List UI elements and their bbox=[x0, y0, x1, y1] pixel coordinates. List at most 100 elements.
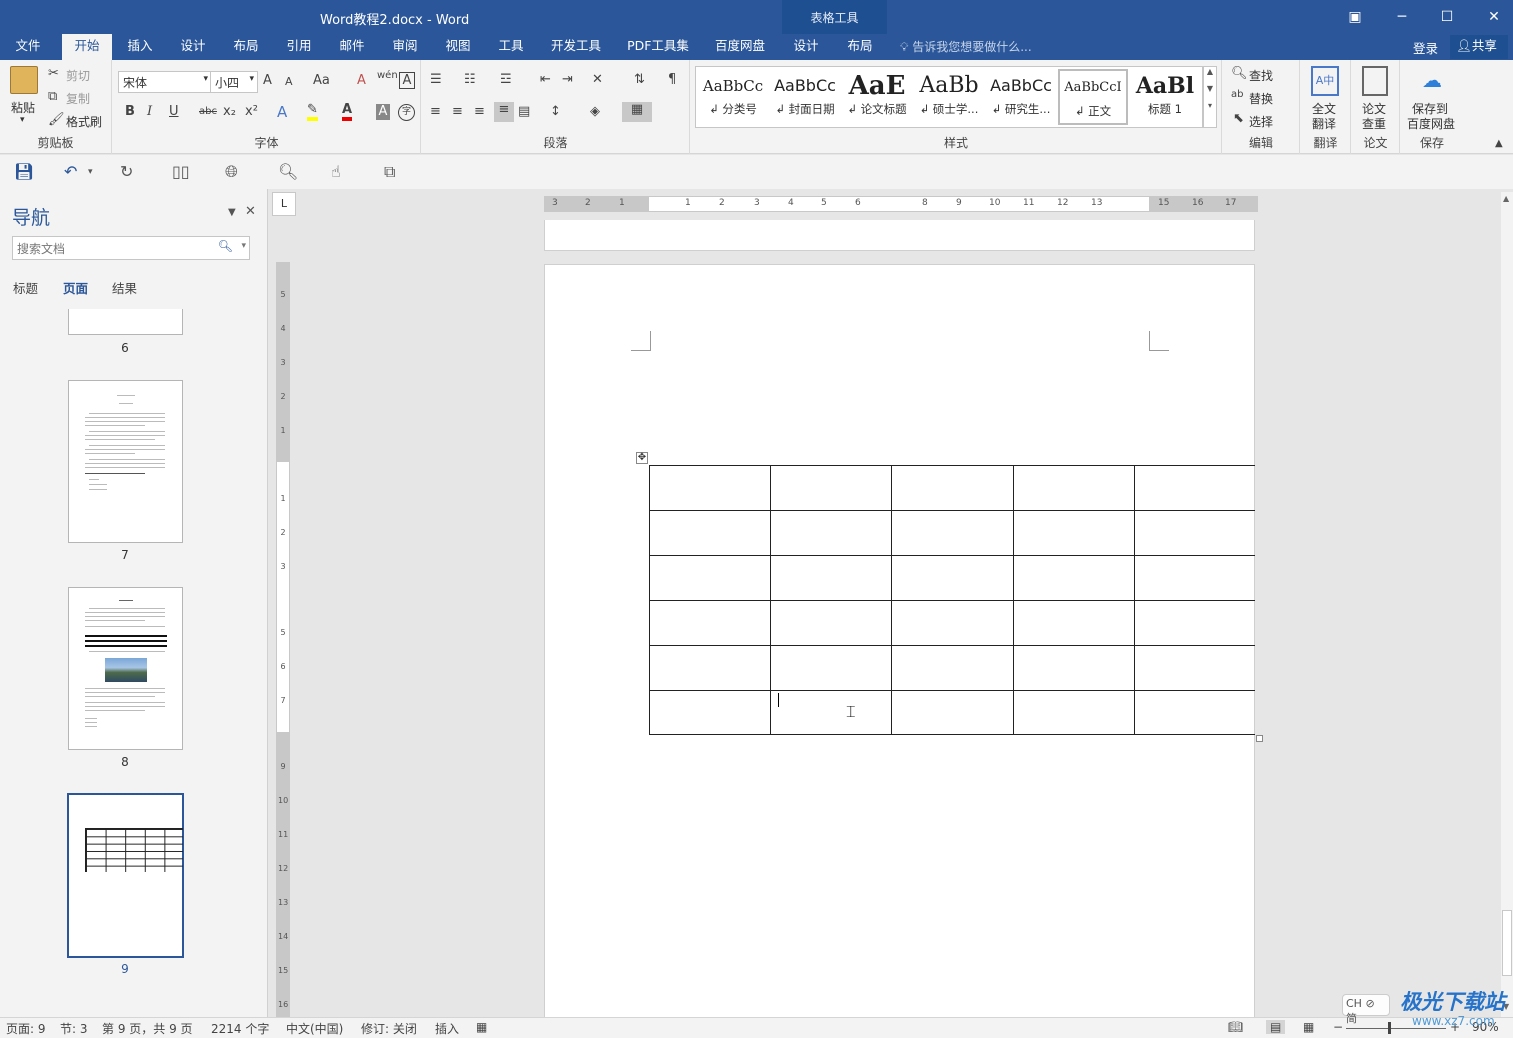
tab-home[interactable]: 开始 bbox=[62, 34, 112, 60]
page-thumbnail-8[interactable] bbox=[68, 587, 183, 750]
style-master[interactable]: AaBb ↲ 硕士学... bbox=[914, 69, 984, 125]
minimize-button[interactable]: ─ bbox=[1393, 8, 1411, 26]
tell-me-search[interactable]: 💡︎ 告诉我您想要做什么... bbox=[900, 38, 1032, 55]
paper-check-button-line2[interactable]: 查重 bbox=[1362, 115, 1386, 132]
font-color-icon[interactable]: A bbox=[342, 102, 353, 121]
ribbon-display-icon[interactable]: ▣ bbox=[1346, 8, 1364, 26]
italic-button[interactable]: I bbox=[147, 104, 152, 119]
chevron-down-icon[interactable]: ▾ bbox=[241, 241, 246, 251]
baidu-netdisk-icon[interactable]: ☁ bbox=[1417, 68, 1447, 92]
status-section[interactable]: 节: 3 bbox=[60, 1020, 88, 1037]
nav-search-input[interactable]: 搜索文档 🔍︎ ▾ bbox=[12, 236, 250, 260]
decrease-indent-icon[interactable]: ⇤ bbox=[540, 72, 551, 87]
select-button[interactable]: 选择 bbox=[1249, 113, 1273, 130]
tab-file[interactable]: 文件 bbox=[6, 34, 50, 60]
redo-icon[interactable]: ↻ bbox=[120, 162, 133, 181]
justify-icon[interactable]: ≡ bbox=[494, 102, 514, 122]
phonetic-guide-icon[interactable]: wén bbox=[377, 70, 398, 81]
style-heading-1[interactable]: AaBl 标题 1 bbox=[1130, 69, 1200, 125]
font-name-select[interactable]: 宋体 ▾ bbox=[118, 71, 212, 93]
align-center-icon[interactable]: ≡ bbox=[452, 104, 463, 119]
highlight-icon[interactable]: ✎ bbox=[307, 102, 318, 121]
strikethrough-button[interactable]: abc bbox=[199, 106, 217, 117]
undo-dropdown-icon[interactable]: ▾ bbox=[88, 167, 93, 177]
tab-mailings[interactable]: 邮件 bbox=[330, 34, 374, 60]
table-resize-handle[interactable] bbox=[1256, 735, 1263, 742]
chevron-down-icon[interactable]: ▼ bbox=[1204, 84, 1216, 93]
ime-indicator[interactable]: CH ⊘ 简 bbox=[1342, 994, 1390, 1025]
macro-record-icon[interactable]: ▦ bbox=[476, 1020, 487, 1034]
style-paper-title[interactable]: AaE ↲ 论文标题 bbox=[842, 69, 912, 125]
chinese-layout-icon[interactable]: ✕ bbox=[592, 72, 603, 87]
replace-button[interactable]: 替换 bbox=[1249, 90, 1273, 107]
paragraph-shading-icon[interactable]: ◈ bbox=[590, 104, 600, 119]
nav-options-icon[interactable]: ▼ bbox=[228, 207, 236, 218]
style-cover-date[interactable]: AaBbCc ↲ 封面日期 bbox=[770, 69, 840, 125]
bold-button[interactable]: B bbox=[125, 104, 135, 119]
styles-scroll[interactable]: ▲ ▼ ▾ bbox=[1203, 66, 1217, 128]
status-insert-mode[interactable]: 插入 bbox=[435, 1020, 459, 1037]
tab-layout[interactable]: 布局 bbox=[224, 34, 268, 60]
chevron-up-icon[interactable]: ▲ bbox=[1204, 67, 1216, 76]
tab-references[interactable]: 引用 bbox=[277, 34, 321, 60]
login-button[interactable]: 登录 bbox=[1413, 38, 1438, 57]
character-border-icon[interactable]: A bbox=[399, 72, 415, 89]
page-thumbnail-7[interactable] bbox=[68, 380, 183, 543]
sort-icon[interactable]: ⇅ bbox=[634, 72, 645, 87]
customize-toolbar-icon[interactable]: ⧉ bbox=[384, 162, 395, 182]
table-move-handle-icon[interactable]: ✥ bbox=[636, 452, 648, 464]
tab-design[interactable]: 设计 bbox=[171, 34, 215, 60]
tab-selector[interactable]: L bbox=[272, 192, 296, 216]
nav-tab-headings[interactable]: 标题 bbox=[13, 278, 38, 297]
save-to-netdisk-line2[interactable]: 百度网盘 bbox=[1407, 115, 1455, 132]
page-thumbnail-6[interactable] bbox=[68, 309, 183, 335]
paste-dropdown-icon[interactable]: ▾ bbox=[20, 115, 25, 125]
nav-tab-results[interactable]: 结果 bbox=[112, 278, 137, 297]
paper-check-icon[interactable] bbox=[1362, 66, 1388, 96]
font-size-select[interactable]: 小四 ▾ bbox=[210, 71, 258, 93]
find-button[interactable]: 查找 bbox=[1249, 67, 1273, 84]
translate-icon[interactable]: A中 bbox=[1311, 66, 1339, 96]
share-button[interactable]: 👤︎共享 bbox=[1450, 35, 1508, 59]
status-track-changes[interactable]: 修订: 关闭 bbox=[361, 1020, 417, 1037]
undo-icon[interactable]: ↶ bbox=[64, 162, 77, 181]
tab-baidu-netdisk[interactable]: 百度网盘 bbox=[709, 34, 771, 60]
paste-button[interactable]: 粘贴 bbox=[11, 99, 35, 116]
paste-icon[interactable] bbox=[10, 66, 38, 94]
find-icon[interactable]: 🔍︎ bbox=[1231, 66, 1248, 81]
multilevel-list-icon[interactable]: ☲ bbox=[500, 72, 512, 87]
cut-button[interactable]: 剪切 bbox=[66, 67, 90, 84]
format-painter-button[interactable]: 格式刷 bbox=[66, 113, 102, 130]
style-classification[interactable]: AaBbCc ↲ 分类号 bbox=[698, 69, 768, 125]
subscript-button[interactable]: x₂ bbox=[223, 104, 236, 119]
superscript-button[interactable]: x² bbox=[245, 104, 258, 119]
scissors-icon[interactable]: ✂ bbox=[48, 66, 59, 81]
style-normal[interactable]: AaBbCcI ↲ 正文 bbox=[1058, 69, 1128, 125]
tab-table-layout[interactable]: 布局 bbox=[838, 34, 882, 60]
scrollbar-thumb[interactable] bbox=[1502, 910, 1512, 976]
shrink-font-icon[interactable]: A bbox=[285, 75, 293, 88]
close-button[interactable]: ✕ bbox=[1485, 8, 1503, 26]
save-icon[interactable]: 💾︎ bbox=[14, 162, 34, 181]
search-icon[interactable]: 🔍︎ bbox=[218, 239, 233, 253]
enclose-characters-icon[interactable]: 字 bbox=[398, 104, 415, 121]
tab-review[interactable]: 审阅 bbox=[383, 34, 427, 60]
format-painter-icon[interactable]: 🖌︎ bbox=[48, 112, 65, 127]
print-preview-icon[interactable]: 🔍︎ bbox=[278, 162, 298, 181]
copy-button[interactable]: 复制 bbox=[66, 90, 90, 107]
collapse-ribbon-icon[interactable]: ▲ bbox=[1495, 138, 1503, 149]
text-effects-icon[interactable]: A bbox=[277, 103, 287, 121]
touch-mode-icon[interactable]: ☝ bbox=[331, 162, 341, 181]
numbering-icon[interactable]: ☷ bbox=[464, 72, 476, 87]
two-pages-icon[interactable]: ▯▯ bbox=[172, 162, 190, 181]
status-page[interactable]: 页面: 9 bbox=[6, 1020, 46, 1037]
copy-icon[interactable]: ⧉ bbox=[48, 89, 57, 104]
print-layout-icon[interactable]: ▤ bbox=[1266, 1020, 1286, 1034]
tab-developer[interactable]: 开发工具 bbox=[545, 34, 607, 60]
replace-icon[interactable]: ab bbox=[1231, 89, 1243, 100]
grow-font-icon[interactable]: A bbox=[263, 73, 272, 88]
align-left-icon[interactable]: ≡ bbox=[430, 104, 441, 119]
style-graduate[interactable]: AaBbCc ↲ 研究生... bbox=[986, 69, 1056, 125]
tab-insert[interactable]: 插入 bbox=[118, 34, 162, 60]
bullets-icon[interactable]: ☰ bbox=[430, 72, 442, 87]
